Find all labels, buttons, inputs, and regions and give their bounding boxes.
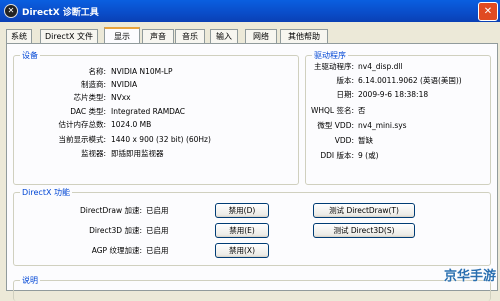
device-field-value: 即插即用监视器	[111, 149, 164, 158]
disable-agp-button[interactable]: 禁用(X)	[215, 243, 269, 258]
feature-status: 已启用	[146, 246, 169, 255]
driver-field-value: 9 (或)	[358, 151, 379, 160]
driver-field-value: nv4_mini.sys	[358, 121, 407, 130]
disable-directdraw-button[interactable]: 禁用(D)	[215, 203, 269, 218]
test-direct3d-button[interactable]: 测试 Direct3D(S)	[313, 223, 415, 238]
device-field-label: DAC 类型:	[70, 107, 106, 116]
disable-direct3d-button[interactable]: 禁用(E)	[215, 223, 269, 238]
driver-field-value: 2009-9-6 18:38:18	[358, 90, 429, 99]
device-name-row: 名称: NVIDIA N10M-LP	[14, 67, 298, 77]
tab-sound[interactable]: 声音	[142, 29, 174, 43]
driver-field-label: 版本:	[336, 76, 354, 85]
device-group: 设备 名称: NVIDIA N10M-LP 制造商: NVIDIA 芯片类型: …	[13, 50, 299, 185]
driver-field-label: 日期:	[336, 90, 354, 99]
device-field-label: 芯片类型:	[73, 93, 106, 102]
driver-main-row: 主驱动程序: nv4_disp.dll	[306, 62, 490, 72]
driver-whql-row: WHQL 签名: 否	[306, 106, 490, 116]
notes-group-title: 说明	[20, 275, 40, 286]
device-field-value: NVxx	[111, 93, 131, 102]
device-field-label: 制造商:	[80, 80, 106, 89]
directx-app-icon: ✕	[4, 4, 18, 18]
tab-more-help[interactable]: 其他帮助	[280, 29, 328, 43]
driver-field-value: 否	[358, 106, 366, 115]
driver-ddi-row: DDI 版本: 9 (或)	[306, 151, 490, 161]
driver-version-row: 版本: 6.14.0011.9062 (英语(美国))	[306, 76, 490, 86]
device-field-label: 名称:	[88, 67, 106, 76]
device-field-value: NVIDIA N10M-LP	[111, 67, 173, 76]
device-group-title: 设备	[20, 50, 40, 61]
device-memory-row: 估计内存总数: 1024.0 MB	[14, 120, 298, 130]
tab-directx-files[interactable]: DirectX 文件	[40, 29, 98, 43]
feature-label: DirectDraw 加速:	[80, 206, 142, 215]
tab-system[interactable]: 系统	[6, 29, 32, 43]
test-directdraw-button[interactable]: 测试 DirectDraw(T)	[313, 203, 415, 218]
device-field-value: 1024.0 MB	[111, 120, 152, 129]
directx-features-title: DirectX 功能	[20, 187, 72, 198]
driver-date-row: 日期: 2009-9-6 18:38:18	[306, 90, 490, 100]
driver-group-title: 驱动程序	[312, 50, 348, 61]
driver-field-label: 微型 VDD:	[317, 121, 354, 130]
tab-music[interactable]: 音乐	[175, 29, 205, 43]
driver-vdd-row: VDD: 暂缺	[306, 136, 490, 146]
title-bar: ✕ DirectX 诊断工具 ✕	[0, 0, 500, 22]
window-title: DirectX 诊断工具	[22, 8, 99, 18]
directx-features-group: DirectX 功能 DirectDraw 加速: 已启用 禁用(D) 测试 D…	[13, 187, 491, 266]
driver-field-value: 暂缺	[358, 136, 373, 145]
driver-field-label: DDI 版本:	[320, 151, 354, 160]
close-button[interactable]: ✕	[478, 2, 498, 21]
driver-group: 驱动程序 主驱动程序: nv4_disp.dll 版本: 6.14.0011.9…	[305, 50, 491, 185]
device-field-label: 当前显示模式:	[58, 135, 106, 144]
device-field-label: 监视器:	[80, 149, 106, 158]
driver-field-value: nv4_disp.dll	[358, 62, 403, 71]
display-tab-panel: 设备 名称: NVIDIA N10M-LP 制造商: NVIDIA 芯片类型: …	[6, 43, 498, 301]
watermark-logo: 京华手游	[443, 269, 496, 284]
device-field-value: Integrated RAMDAC	[111, 107, 186, 116]
driver-field-label: VDD:	[334, 136, 354, 145]
feature-label: Direct3D 加速:	[89, 226, 142, 235]
device-field-value: 1440 x 900 (32 bit) (60Hz)	[111, 135, 211, 144]
feature-label: AGP 纹理加速:	[91, 246, 142, 255]
driver-mini-vdd-row: 微型 VDD: nv4_mini.sys	[306, 121, 490, 131]
feature-status: 已启用	[146, 206, 169, 215]
driver-field-value: 6.14.0011.9062 (英语(美国))	[358, 76, 462, 85]
device-monitor-row: 监视器: 即插即用监视器	[14, 149, 298, 159]
device-manufacturer-row: 制造商: NVIDIA	[14, 80, 298, 90]
device-field-value: NVIDIA	[111, 80, 138, 89]
device-mode-row: 当前显示模式: 1440 x 900 (32 bit) (60Hz)	[14, 135, 298, 145]
tab-input[interactable]: 输入	[210, 29, 238, 43]
device-dac-row: DAC 类型: Integrated RAMDAC	[14, 107, 298, 117]
notes-group: 说明	[13, 275, 491, 301]
device-chip-row: 芯片类型: NVxx	[14, 93, 298, 103]
tab-network[interactable]: 网络	[245, 29, 277, 43]
driver-field-label: 主驱动程序:	[313, 62, 354, 71]
driver-field-label: WHQL 签名:	[310, 106, 354, 115]
device-field-label: 估计内存总数:	[58, 120, 106, 129]
feature-status: 已启用	[146, 226, 169, 235]
